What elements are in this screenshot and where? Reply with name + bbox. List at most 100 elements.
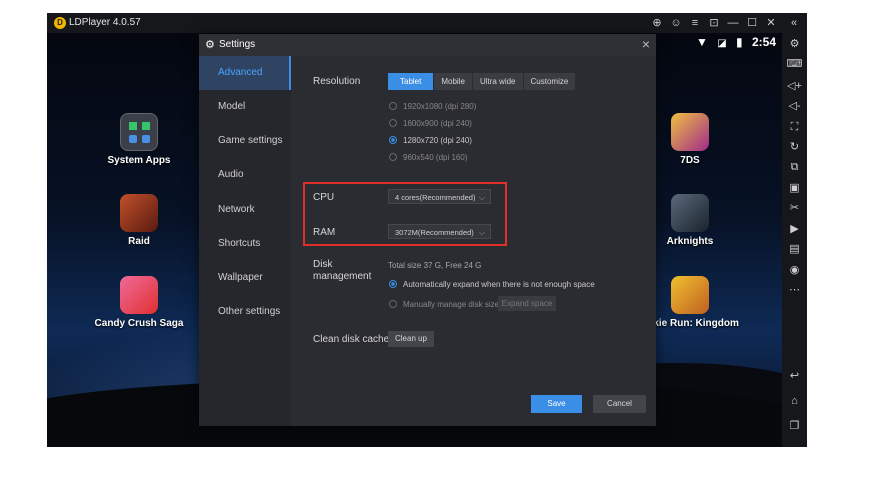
ldplayer-logo-icon: D	[54, 17, 66, 29]
cpu-select[interactable]: 4 cores(Recommended) ⌵	[388, 189, 491, 204]
battery-icon: ▮	[736, 35, 743, 49]
more-icon[interactable]: ⋯	[786, 282, 803, 299]
resolution-option-960[interactable]: 960x540 (dpi 160)	[389, 152, 468, 163]
volume-down-icon[interactable]: ◁-	[786, 98, 803, 115]
radio-icon	[389, 102, 397, 110]
side-toolbar: ⚙ ⌨ ◁+ ◁- ⛶ ↻ ⧉ ▣ ✂ ▶ ▤ ◉ ⋯ ↩ ⌂ ❐	[782, 33, 807, 447]
close-icon[interactable]: ×	[642, 36, 650, 52]
option-label: 1280x720 (dpi 240)	[403, 136, 472, 145]
disk-label-2: management	[313, 271, 372, 282]
settings-nav: Advanced Model Game settings Audio Netwo…	[199, 56, 291, 426]
chevron-down-icon: ⌵	[478, 193, 485, 202]
settings-dialog: ⚙ Settings × Advanced Model Game setting…	[199, 34, 656, 426]
gamepad-icon[interactable]: ⊕	[649, 15, 665, 31]
app-label: Arknights	[666, 236, 714, 247]
app-label: System Apps	[107, 155, 171, 166]
system-apps-icon	[120, 113, 158, 151]
collapse-sidebar-icon[interactable]: «	[786, 15, 802, 31]
multi-instance-icon[interactable]: ⧉	[786, 159, 803, 176]
app-label: Candy Crush Saga	[94, 318, 184, 329]
expand-space-button[interactable]: Expand space	[498, 296, 556, 311]
resolution-option-1920[interactable]: 1920x1080 (dpi 280)	[389, 101, 476, 112]
tab-tablet[interactable]: Tablet	[388, 73, 435, 90]
nav-other-settings[interactable]: Other settings	[199, 295, 291, 329]
resolution-label: Resolution	[313, 76, 361, 87]
menu-icon[interactable]: ≡	[687, 15, 703, 31]
cpu-value: 4 cores(Recommended)	[395, 193, 476, 202]
scissors-icon[interactable]: ✂	[786, 200, 803, 217]
dialog-title: Settings	[219, 39, 256, 50]
close-icon[interactable]: ✕	[763, 15, 779, 31]
tab-mobile[interactable]: Mobile	[434, 73, 473, 90]
resolution-tabs: Tablet Mobile Ultra wide Customize	[388, 73, 577, 90]
cookie-run-icon	[671, 276, 709, 314]
radio-icon	[389, 153, 397, 161]
disk-manual-option[interactable]: Manually manage disk size	[389, 299, 499, 310]
nav-advanced[interactable]: Advanced	[199, 56, 291, 90]
7ds-icon	[671, 113, 709, 151]
nav-network[interactable]: Network	[199, 193, 291, 227]
record-icon[interactable]: ▶	[786, 221, 803, 238]
app-candy-crush[interactable]: Candy Crush Saga	[89, 276, 189, 329]
keyboard-icon[interactable]: ⌨	[786, 56, 803, 73]
dialog-header: ⚙ Settings ×	[199, 34, 656, 56]
option-label: 1920x1080 (dpi 280)	[403, 102, 477, 111]
nav-wallpaper[interactable]: Wallpaper	[199, 261, 291, 295]
tab-customize[interactable]: Customize	[523, 73, 577, 90]
app-system-apps[interactable]: System Apps	[89, 113, 189, 166]
arknights-icon	[671, 194, 709, 232]
account-icon[interactable]: ☺	[668, 15, 684, 31]
nav-shortcuts[interactable]: Shortcuts	[199, 227, 291, 261]
nav-model[interactable]: Model	[199, 90, 291, 124]
candy-crush-icon	[120, 276, 158, 314]
no-signal-icon: ◪	[717, 38, 727, 49]
clock: 2:54	[751, 35, 776, 49]
home-icon[interactable]: ⌂	[786, 393, 803, 410]
option-label: Manually manage disk size	[403, 300, 500, 309]
title-bar: D LDPlayer 4.0.57 ⊕ ☺ ≡ ⊡ — ☐ ✕ «	[47, 13, 807, 33]
disk-auto-expand-option[interactable]: Automatically expand when there is not e…	[389, 279, 595, 290]
ram-select[interactable]: 3072M(Recommended) ⌵	[388, 224, 491, 239]
fullscreen-icon[interactable]: ⊡	[706, 15, 722, 31]
back-icon[interactable]: ↩	[786, 368, 803, 385]
resolution-option-1600[interactable]: 1600x900 (dpi 240)	[389, 118, 472, 129]
app-label: Raid	[128, 236, 150, 247]
ram-label: RAM	[313, 227, 336, 238]
app-label: 7DS	[680, 155, 700, 166]
radio-icon	[389, 280, 397, 288]
file-share-icon[interactable]: ▤	[786, 241, 803, 258]
option-label: Automatically expand when there is not e…	[403, 280, 595, 289]
resolution-option-1280[interactable]: 1280x720 (dpi 240)	[389, 135, 472, 146]
radio-icon	[389, 136, 397, 144]
window-title: LDPlayer 4.0.57	[69, 17, 141, 28]
settings-gear-icon: ⚙	[205, 39, 215, 51]
screenshot-icon[interactable]: ⛶	[786, 119, 803, 136]
settings-gear-icon[interactable]: ⚙	[786, 36, 803, 53]
option-label: 960x540 (dpi 160)	[403, 153, 468, 162]
radio-icon	[389, 300, 397, 308]
shake-icon[interactable]: ◉	[786, 262, 803, 279]
cpu-label: CPU	[313, 192, 335, 203]
nav-game-settings[interactable]: Game settings	[199, 124, 291, 158]
chevron-down-icon: ⌵	[478, 228, 485, 237]
app-raid[interactable]: Raid	[89, 194, 189, 247]
wifi-icon: ▼	[695, 35, 708, 49]
volume-up-icon[interactable]: ◁+	[786, 78, 803, 95]
cancel-button[interactable]: Cancel	[593, 395, 646, 413]
android-status-bar: ▼ ◪ ▮ 2:54	[690, 35, 776, 49]
apk-install-icon[interactable]: ▣	[786, 180, 803, 197]
minimize-icon[interactable]: —	[725, 15, 741, 31]
raid-icon	[120, 194, 158, 232]
ram-value: 3072M(Recommended)	[395, 228, 474, 237]
recent-apps-icon[interactable]: ❐	[786, 418, 803, 435]
tab-ultra-wide[interactable]: Ultra wide	[472, 73, 524, 90]
clean-up-button[interactable]: Clean up	[388, 331, 434, 347]
disk-info: Total size 37 G, Free 24 G	[388, 261, 482, 270]
radio-icon	[389, 119, 397, 127]
maximize-icon[interactable]: ☐	[744, 15, 760, 31]
disk-label: Disk	[313, 259, 333, 270]
save-button[interactable]: Save	[531, 395, 582, 413]
nav-audio[interactable]: Audio	[199, 158, 291, 192]
clean-cache-label: Clean disk cache	[313, 334, 390, 345]
rotate-icon[interactable]: ↻	[786, 139, 803, 156]
